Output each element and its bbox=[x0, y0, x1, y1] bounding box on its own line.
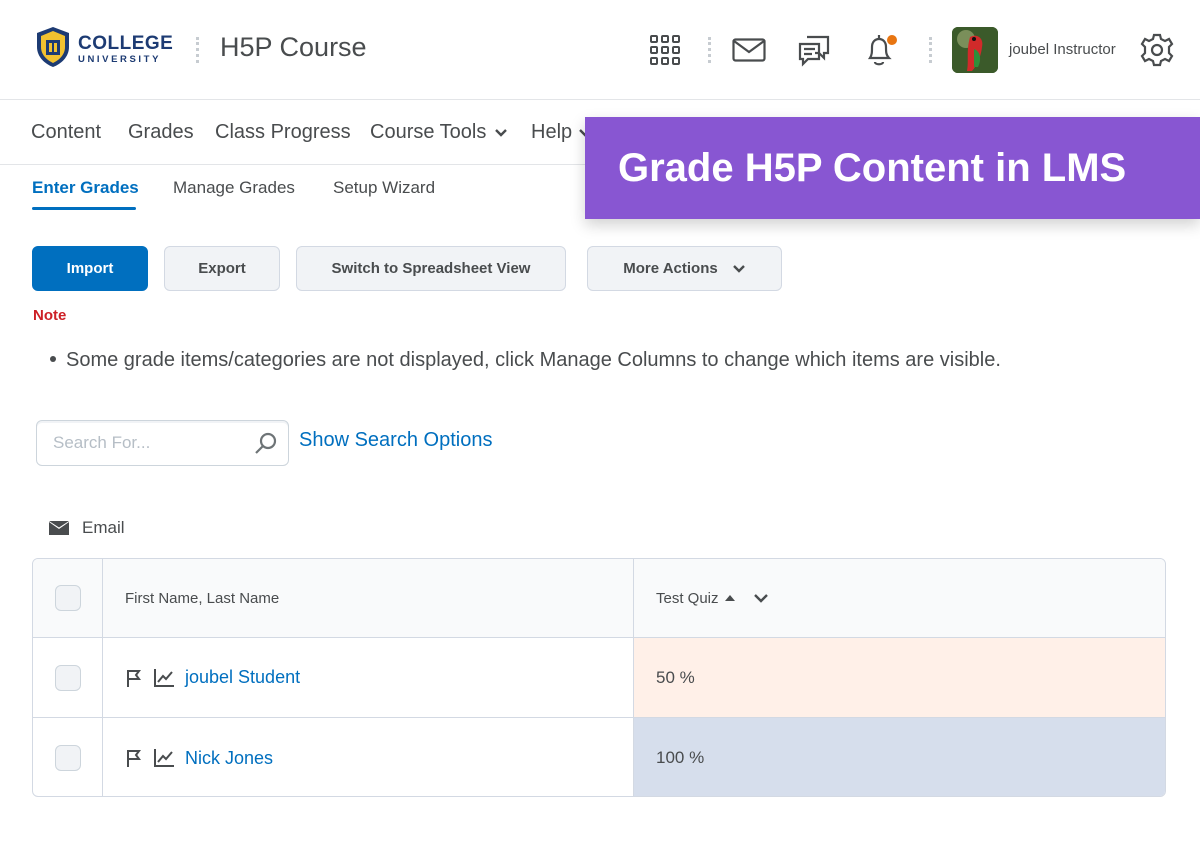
note-text: Some grade items/categories are not disp… bbox=[66, 349, 1001, 371]
tab-enter-grades[interactable]: Enter Grades bbox=[32, 178, 139, 198]
course-title[interactable]: H5P Course bbox=[220, 32, 367, 63]
search-box bbox=[36, 420, 289, 466]
name-column-header[interactable]: First Name, Last Name bbox=[103, 559, 634, 637]
nav-item-course-tools[interactable]: Course Tools bbox=[370, 121, 508, 144]
search-icon[interactable] bbox=[254, 431, 278, 460]
student-link[interactable]: joubel Student bbox=[185, 667, 300, 688]
progress-chart-icon[interactable] bbox=[153, 748, 175, 768]
student-link[interactable]: Nick Jones bbox=[185, 748, 273, 769]
flag-icon[interactable] bbox=[125, 668, 143, 688]
row-checkbox[interactable] bbox=[54, 664, 81, 691]
search-input[interactable] bbox=[53, 433, 253, 453]
nav-item-class-progress[interactable]: Class Progress bbox=[215, 121, 351, 144]
tab-manage-grades[interactable]: Manage Grades bbox=[173, 178, 295, 198]
select-all-checkbox[interactable] bbox=[54, 585, 81, 611]
grade-cell[interactable]: 50 % bbox=[634, 638, 1165, 717]
flag-icon[interactable] bbox=[125, 748, 143, 768]
more-actions-button[interactable]: More Actions bbox=[587, 246, 782, 291]
nav-item-help[interactable]: Help bbox=[531, 121, 592, 144]
progress-chart-icon[interactable] bbox=[153, 668, 175, 688]
user-name[interactable]: joubel Instructor bbox=[1009, 41, 1116, 58]
chevron-down-icon bbox=[732, 264, 746, 274]
select-all-cell bbox=[33, 559, 103, 637]
logo-line1: COLLEGE bbox=[78, 33, 174, 55]
top-header: COLLEGE UNIVERSITY H5P Course joubel Ins… bbox=[0, 0, 1200, 100]
chat-icon[interactable] bbox=[794, 30, 834, 70]
note-title: Note bbox=[33, 307, 67, 324]
table-row: Nick Jones 100 % bbox=[33, 718, 1165, 796]
nav-item-label: Course Tools bbox=[370, 121, 487, 143]
more-actions-label: More Actions bbox=[623, 260, 718, 277]
import-button[interactable]: Import bbox=[32, 246, 148, 291]
row-select-cell bbox=[33, 718, 103, 796]
export-button[interactable]: Export bbox=[164, 246, 280, 291]
sort-asc-icon[interactable] bbox=[724, 594, 736, 602]
row-select-cell bbox=[33, 638, 103, 717]
nav-item-content[interactable]: Content bbox=[31, 121, 101, 144]
row-checkbox[interactable] bbox=[54, 745, 81, 771]
mail-icon[interactable] bbox=[729, 30, 769, 70]
email-action[interactable]: Email bbox=[48, 518, 125, 538]
grade-cell[interactable]: 100 % bbox=[634, 718, 1165, 796]
note-item: Some grade items/categories are not disp… bbox=[50, 349, 1001, 372]
show-search-options-link[interactable]: Show Search Options bbox=[299, 429, 492, 452]
grade-value: 50 % bbox=[656, 667, 695, 687]
quiz-column-header: Test Quiz bbox=[634, 559, 1165, 637]
promo-banner: Grade H5P Content in LMS bbox=[585, 117, 1200, 219]
tab-setup-wizard[interactable]: Setup Wizard bbox=[333, 178, 435, 198]
crest-icon bbox=[34, 26, 72, 73]
student-name-cell: Nick Jones bbox=[103, 718, 634, 796]
notification-dot bbox=[887, 35, 897, 45]
student-name-cell: joubel Student bbox=[103, 638, 634, 717]
grade-value: 100 % bbox=[656, 748, 705, 767]
gear-icon[interactable] bbox=[1137, 30, 1177, 70]
apps-grid-icon[interactable] bbox=[645, 30, 685, 70]
bullet bbox=[50, 355, 56, 362]
divider bbox=[196, 37, 199, 63]
table-header-row: First Name, Last Name Test Quiz bbox=[33, 559, 1165, 638]
logo-line2: UNIVERSITY bbox=[78, 54, 162, 66]
table-row: joubel Student 50 % bbox=[33, 638, 1165, 718]
name-header-label: First Name, Last Name bbox=[125, 589, 280, 607]
mail-icon bbox=[48, 520, 70, 536]
divider bbox=[708, 37, 711, 63]
divider bbox=[929, 37, 932, 63]
grades-table: First Name, Last Name Test Quiz joubel S… bbox=[32, 558, 1166, 797]
switch-spreadsheet-view-button[interactable]: Switch to Spreadsheet View bbox=[296, 246, 566, 291]
avatar[interactable] bbox=[952, 27, 998, 73]
banner-text: Grade H5P Content in LMS bbox=[618, 145, 1127, 190]
quiz-header-label[interactable]: Test Quiz bbox=[656, 590, 719, 607]
chevron-down-icon[interactable] bbox=[753, 593, 769, 603]
nav-item-grades[interactable]: Grades bbox=[128, 121, 194, 144]
college-logo[interactable]: COLLEGE UNIVERSITY bbox=[34, 26, 173, 73]
active-tab-indicator bbox=[32, 207, 136, 210]
nav-item-label: Help bbox=[531, 121, 573, 143]
chevron-down-icon bbox=[494, 128, 508, 138]
email-label: Email bbox=[82, 518, 125, 537]
